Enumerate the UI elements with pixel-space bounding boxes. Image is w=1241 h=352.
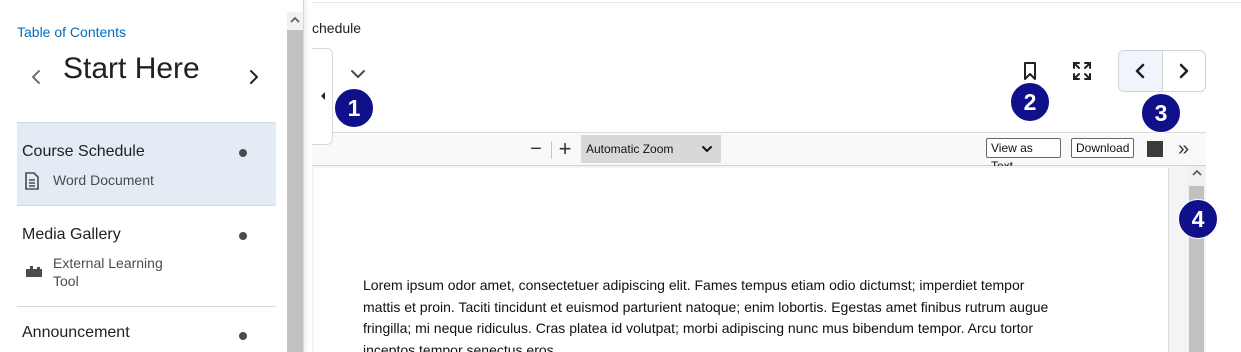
- sidebar-scrollbar[interactable]: [287, 12, 303, 352]
- toc-item-title: Announcement: [22, 324, 130, 341]
- document-text: Lorem ipsum odor amet, consectetuer adip…: [363, 277, 1049, 352]
- toc-item-announcement[interactable]: Announcement: [17, 307, 276, 352]
- top-divider: [312, 2, 1241, 3]
- previous-unit-button[interactable]: [30, 68, 42, 91]
- annotation-badge: 2: [1010, 82, 1050, 122]
- table-of-contents-link[interactable]: Table of Contents: [17, 24, 126, 40]
- toc-item-title: Media Gallery: [22, 226, 121, 243]
- toc-item-type: External Learning Tool: [53, 255, 163, 289]
- collapse-sidebar-button[interactable]: [312, 48, 333, 145]
- previous-topic-button[interactable]: [1119, 51, 1163, 91]
- chevron-down-icon: [702, 146, 712, 153]
- toolbar-separator: [551, 141, 552, 159]
- unit-title: Start Here: [63, 52, 200, 85]
- unread-dot: [239, 232, 247, 240]
- toc-item-type: Word Document: [53, 172, 154, 188]
- download-button[interactable]: Download: [1071, 138, 1134, 158]
- view-as-text-button[interactable]: View as Text: [986, 138, 1061, 173]
- next-topic-button[interactable]: [1163, 51, 1206, 91]
- scrollbar-thumb[interactable]: [287, 30, 303, 352]
- next-unit-button[interactable]: [248, 68, 260, 91]
- zoom-out-button[interactable]: −: [527, 139, 545, 159]
- pdf-toolbar: − + Automatic Zoom View as Text Download…: [312, 132, 1206, 173]
- puzzle-icon: [25, 264, 43, 283]
- zoom-select-value: Automatic Zoom: [586, 142, 674, 156]
- presentation-mode-icon[interactable]: [1147, 141, 1163, 157]
- chevron-left-icon: [1136, 63, 1145, 79]
- more-tools-button[interactable]: »: [1178, 139, 1189, 159]
- scroll-up-icon[interactable]: [1192, 168, 1202, 178]
- table-of-contents-panel: Table of Contents Start Here Course Sche…: [0, 0, 304, 352]
- bookmark-icon[interactable]: [1019, 60, 1041, 82]
- annotation-badge: 4: [1178, 199, 1218, 239]
- collapse-left-icon: [321, 92, 325, 100]
- zoom-in-button[interactable]: +: [556, 138, 574, 160]
- topic-navigation: [1118, 50, 1206, 92]
- document-scrollbar[interactable]: [1188, 166, 1205, 352]
- unread-dot: [239, 332, 247, 340]
- annotation-badge: 3: [1141, 93, 1181, 133]
- zoom-select[interactable]: Automatic Zoom: [581, 135, 721, 163]
- chevron-right-icon: [1179, 63, 1188, 79]
- unread-dot: [239, 149, 247, 157]
- breadcrumb[interactable]: chedule: [312, 20, 361, 36]
- chevron-down-icon[interactable]: [348, 64, 368, 84]
- fullscreen-icon[interactable]: [1071, 60, 1093, 82]
- scroll-up-icon[interactable]: [290, 15, 300, 25]
- toc-item-title: Course Schedule: [22, 143, 145, 160]
- toc-item-media-gallery[interactable]: Media Gallery External Learning Tool: [17, 206, 276, 307]
- document-icon: [25, 172, 39, 195]
- toc-item-course-schedule[interactable]: Course Schedule Word Document: [17, 123, 276, 206]
- annotation-badge: 1: [334, 88, 374, 128]
